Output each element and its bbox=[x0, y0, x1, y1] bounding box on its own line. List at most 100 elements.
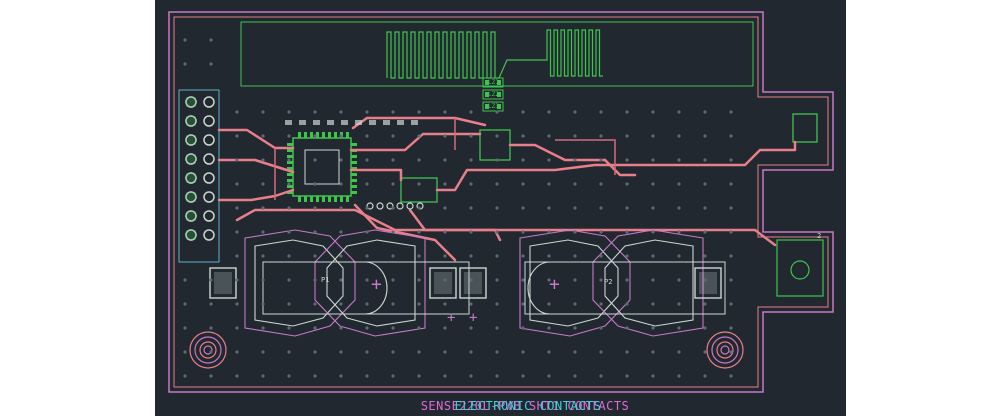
via-drill bbox=[729, 278, 733, 282]
via-drill bbox=[209, 326, 213, 330]
trace-segment bbox=[603, 158, 637, 177]
via-drill bbox=[339, 230, 343, 234]
via-drill bbox=[261, 374, 265, 378]
via-drill bbox=[521, 302, 525, 306]
trace-segment bbox=[349, 132, 482, 152]
mcu-pad-right bbox=[351, 161, 357, 164]
plus-sign-left: + bbox=[371, 274, 382, 295]
trace-segment bbox=[217, 158, 295, 174]
via-drill bbox=[261, 134, 265, 138]
pcb-board-canvas[interactable]: P1 P2 2 + + + + LZ1 LZ2 LZ3 bbox=[155, 0, 846, 416]
via-drill bbox=[209, 302, 213, 306]
via-drill bbox=[261, 182, 265, 186]
via-drill bbox=[677, 110, 681, 114]
via-drill bbox=[521, 278, 525, 282]
via-drill bbox=[469, 350, 473, 354]
via-drill bbox=[287, 350, 291, 354]
via-drill bbox=[417, 206, 421, 210]
passive-pad bbox=[383, 120, 390, 125]
mcu-pad-left bbox=[287, 179, 293, 182]
via-drill bbox=[287, 374, 291, 378]
via-drill bbox=[625, 230, 629, 234]
via-drill bbox=[573, 374, 577, 378]
mcu-pad-top bbox=[304, 132, 307, 138]
via-drill bbox=[235, 350, 239, 354]
via-drill bbox=[703, 326, 707, 330]
via-drill bbox=[339, 182, 343, 186]
header-pin-pad bbox=[186, 173, 196, 183]
via-drill bbox=[339, 350, 343, 354]
via-drill-field bbox=[183, 38, 733, 378]
via-drill bbox=[469, 254, 473, 258]
via-drill bbox=[703, 302, 707, 306]
header-pin-pad bbox=[186, 97, 196, 107]
via-drill bbox=[417, 374, 421, 378]
via-drill bbox=[625, 134, 629, 138]
via-drill bbox=[703, 110, 707, 114]
via-drill bbox=[261, 110, 265, 114]
via-drill bbox=[703, 278, 707, 282]
via-drill bbox=[417, 350, 421, 354]
via-drill bbox=[599, 134, 603, 138]
via-drill bbox=[417, 158, 421, 162]
via-drill bbox=[261, 158, 265, 162]
mcu-chip[interactable] bbox=[292, 137, 352, 197]
right-connector[interactable] bbox=[792, 113, 818, 143]
via-drill bbox=[599, 302, 603, 306]
via-drill bbox=[625, 278, 629, 282]
mcu-pad-right bbox=[351, 185, 357, 188]
via-drill bbox=[625, 158, 629, 162]
battery-holder-inner bbox=[254, 239, 344, 327]
via-drill bbox=[651, 134, 655, 138]
via-drill bbox=[469, 326, 473, 330]
via-drill bbox=[339, 206, 343, 210]
via-drill bbox=[547, 374, 551, 378]
mcu-pad-bottom bbox=[322, 196, 325, 202]
via-drill bbox=[209, 38, 213, 42]
mcu-pad-bottom bbox=[298, 196, 301, 202]
via-drill bbox=[313, 302, 317, 306]
via-drill bbox=[495, 182, 499, 186]
secondary-ic[interactable] bbox=[400, 177, 438, 203]
via-drill bbox=[443, 134, 447, 138]
via-drill bbox=[495, 230, 499, 234]
pcb-viewport[interactable]: P1 P2 2 + + + + LZ1 LZ2 LZ3 SENSE220L-PW… bbox=[155, 0, 846, 416]
mcu-pad-left bbox=[287, 149, 293, 152]
via-drill bbox=[417, 254, 421, 258]
via-drill bbox=[339, 110, 343, 114]
tact-switch[interactable] bbox=[776, 239, 824, 297]
via-drill bbox=[521, 158, 525, 162]
via-drill bbox=[183, 350, 187, 354]
via-drill bbox=[625, 206, 629, 210]
via-drill bbox=[625, 254, 629, 258]
via-drill bbox=[287, 158, 291, 162]
via-ring bbox=[406, 202, 414, 210]
mounting-hole-ring bbox=[199, 341, 217, 359]
battery-holders bbox=[209, 229, 726, 337]
via-drill bbox=[339, 254, 343, 258]
header-pin-b bbox=[203, 210, 215, 222]
plus-sign-mid-a: + bbox=[447, 310, 455, 326]
mounting-hole-ring bbox=[711, 336, 739, 364]
sensor-ic[interactable] bbox=[479, 129, 511, 161]
via-drill bbox=[391, 182, 395, 186]
via-drill bbox=[443, 182, 447, 186]
chip-label-3: LZ3 bbox=[488, 103, 499, 110]
via-drill bbox=[313, 182, 317, 186]
via-drill bbox=[235, 158, 239, 162]
via-drill bbox=[677, 158, 681, 162]
trace-segment bbox=[435, 140, 797, 192]
via-drill bbox=[261, 278, 265, 282]
via-drill bbox=[183, 302, 187, 306]
via-drill bbox=[677, 182, 681, 186]
via-drill bbox=[729, 134, 733, 138]
mcu-pad-bottom bbox=[316, 196, 319, 202]
mcu-pads bbox=[287, 132, 357, 202]
antenna-outline bbox=[240, 21, 754, 87]
via-drill bbox=[391, 254, 395, 258]
via-drill bbox=[469, 182, 473, 186]
via-drill bbox=[599, 278, 603, 282]
via-drill bbox=[417, 230, 421, 234]
via-drill bbox=[391, 374, 395, 378]
via-drill bbox=[703, 206, 707, 210]
